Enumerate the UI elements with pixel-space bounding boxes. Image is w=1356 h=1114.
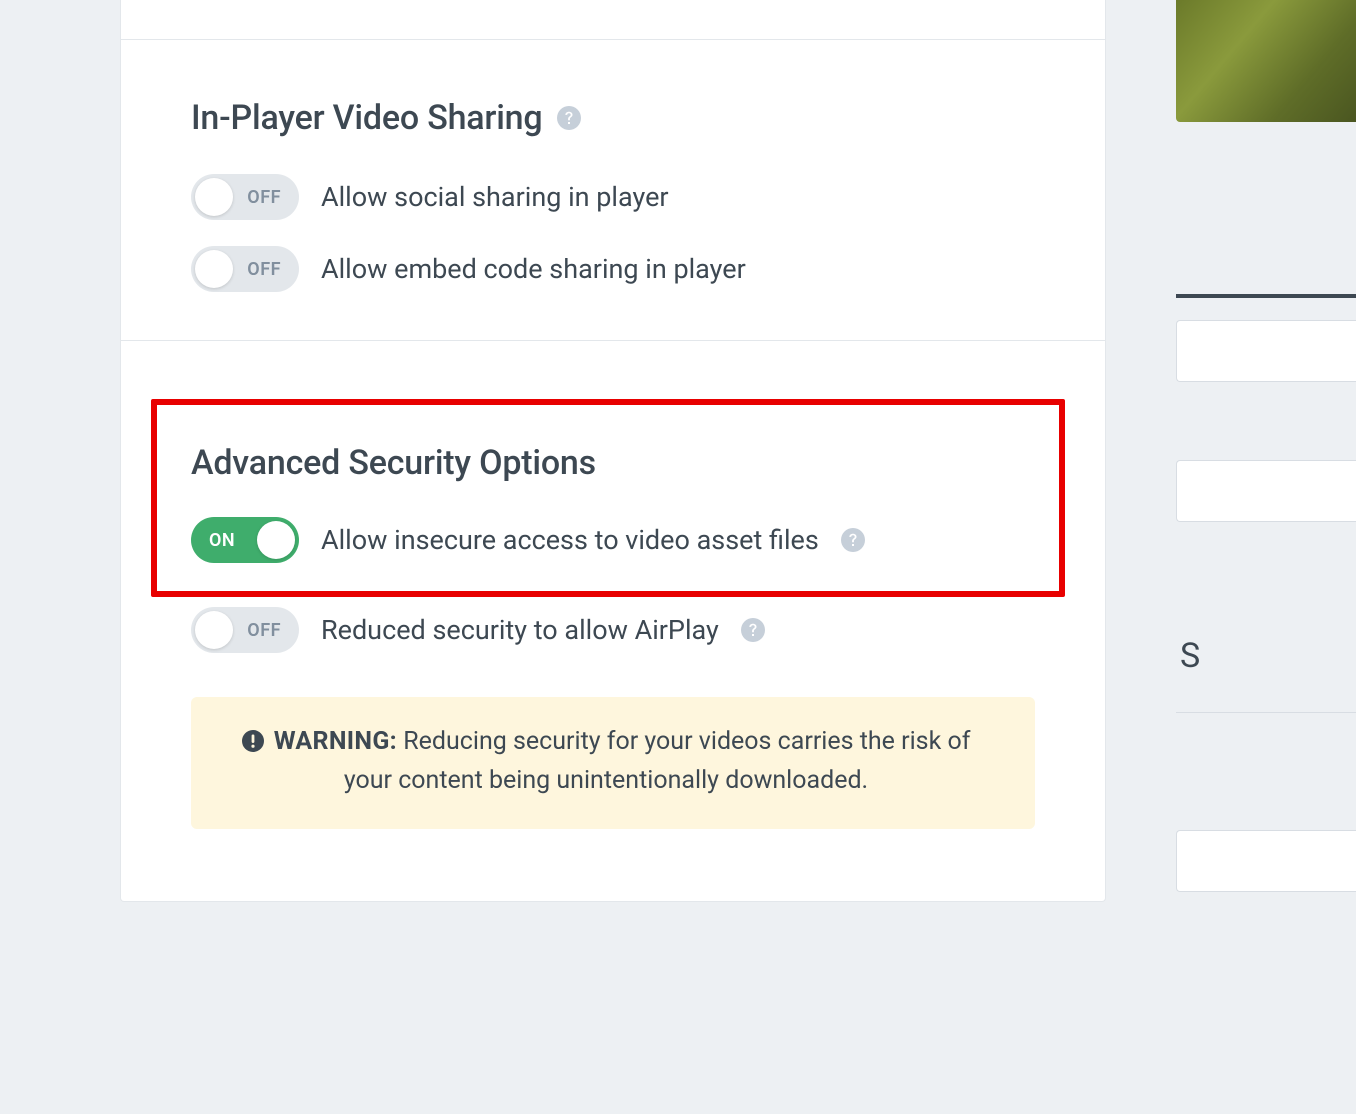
sharing-section-title: In-Player Video Sharing — [191, 98, 543, 138]
help-icon[interactable] — [841, 528, 865, 552]
section-title-row: In-Player Video Sharing — [191, 98, 1035, 138]
toggle-label-airplay: Reduced security to allow AirPlay — [321, 614, 719, 646]
toggle-knob — [195, 178, 233, 216]
toggle-embed-sharing[interactable]: OFF — [191, 246, 299, 292]
input-field-fragment[interactable] — [1176, 320, 1356, 382]
toggle-knob — [195, 611, 233, 649]
toggle-row-insecure-access: ON Allow insecure access to video asset … — [191, 517, 1025, 563]
toggle-state-text: OFF — [247, 259, 281, 280]
toggle-knob — [257, 521, 295, 559]
toggle-row-airplay: OFF Reduced security to allow AirPlay — [191, 607, 1035, 653]
exclamation-circle-icon — [242, 730, 264, 752]
security-section-title: Advanced Security Options — [191, 443, 596, 483]
toggle-insecure-access[interactable]: ON — [191, 517, 299, 563]
right-sidebar-fragment: S — [1176, 0, 1356, 1114]
separator — [1176, 712, 1356, 713]
warning-text: Reducing security for your videos carrie… — [344, 727, 971, 795]
toggle-label-insecure-access: Allow insecure access to video asset fil… — [321, 524, 819, 556]
heading-fragment: S — [1180, 636, 1200, 676]
annotation-highlight-box: Advanced Security Options ON Allow insec… — [151, 399, 1065, 597]
advanced-security-section: Advanced Security Options ON Allow insec… — [121, 341, 1105, 901]
video-thumbnail-fragment[interactable] — [1176, 0, 1356, 122]
warning-label: WARNING: — [274, 727, 397, 756]
toggle-row-embed-sharing: OFF Allow embed code sharing in player — [191, 246, 1035, 292]
toggle-label-embed-sharing: Allow embed code sharing in player — [321, 253, 746, 285]
toggle-row-social-sharing: OFF Allow social sharing in player — [191, 174, 1035, 220]
toggle-state-text: ON — [209, 530, 235, 551]
help-icon[interactable] — [741, 618, 765, 642]
toggle-state-text: OFF — [247, 187, 281, 208]
settings-panel: In-Player Video Sharing OFF Allow social… — [120, 0, 1106, 902]
input-field-fragment[interactable] — [1176, 830, 1356, 892]
in-player-video-sharing-section: In-Player Video Sharing OFF Allow social… — [121, 40, 1105, 341]
toggle-knob — [195, 250, 233, 288]
section-title-row: Advanced Security Options — [191, 443, 1025, 483]
toggle-state-text: OFF — [247, 620, 281, 641]
help-icon[interactable] — [557, 106, 581, 130]
toggle-social-sharing[interactable]: OFF — [191, 174, 299, 220]
toggle-airplay[interactable]: OFF — [191, 607, 299, 653]
toggle-label-social-sharing: Allow social sharing in player — [321, 181, 669, 213]
input-field-fragment[interactable] — [1176, 460, 1356, 522]
previous-section-fragment — [121, 0, 1105, 40]
warning-box: WARNING: Reducing security for your vide… — [191, 697, 1035, 829]
tab-underline — [1176, 294, 1356, 298]
